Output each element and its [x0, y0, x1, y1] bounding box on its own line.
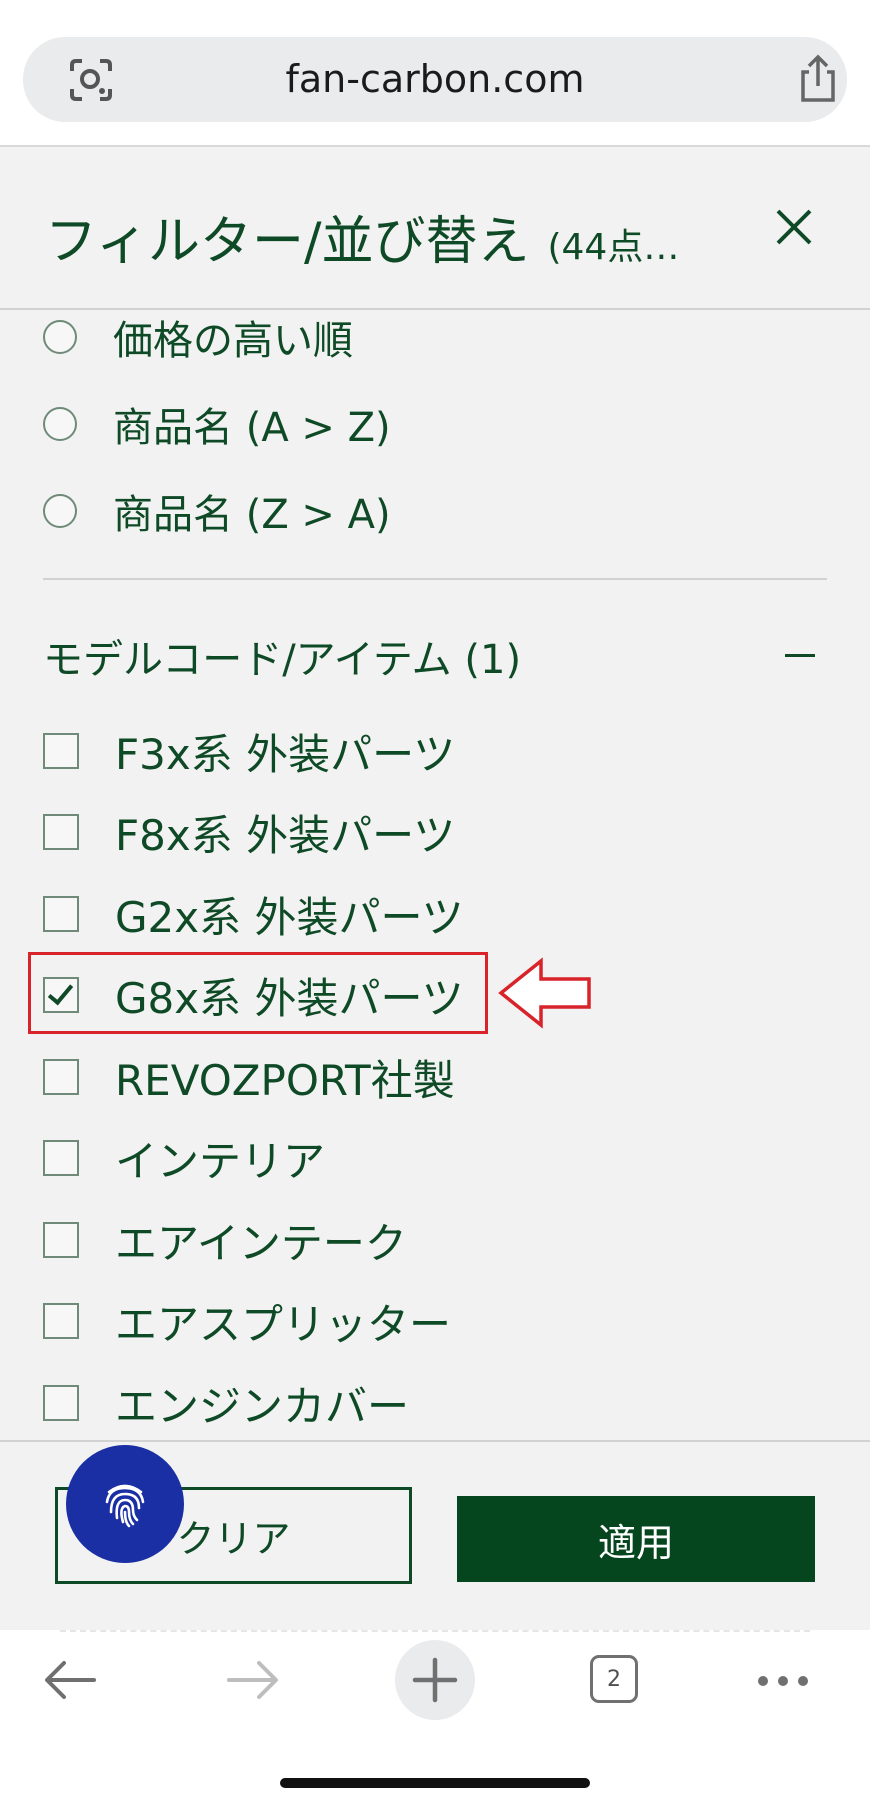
checkbox[interactable]: [43, 814, 79, 850]
radio-button[interactable]: [43, 494, 77, 528]
filter-option-label: F3x系 外装パーツ: [115, 729, 456, 779]
home-indicator: [280, 1778, 590, 1788]
apply-button[interactable]: 適用: [457, 1496, 815, 1582]
title-text: フィルター/並び替え: [45, 212, 530, 272]
annotation-arrow-icon: [498, 957, 591, 1029]
checkbox[interactable]: [43, 1385, 79, 1421]
browser-bottom-bar: 2: [0, 1630, 870, 1804]
filter-option-label: REVOZPORT社製: [115, 1055, 455, 1105]
annotation-highlight-box: [28, 952, 488, 1034]
checkbox[interactable]: [43, 733, 79, 769]
checkbox[interactable]: [43, 896, 79, 932]
close-icon[interactable]: [772, 205, 816, 249]
sort-option[interactable]: 商品名 (Z > A): [43, 481, 391, 541]
plus-icon: [412, 1657, 458, 1703]
apply-button-label: 適用: [597, 1520, 674, 1565]
radio-button[interactable]: [43, 320, 77, 354]
collapse-minus-icon[interactable]: [785, 654, 815, 657]
address-bar[interactable]: fan-carbon.com: [23, 37, 847, 122]
filter-option[interactable]: F8x系 外装パーツ: [43, 801, 455, 863]
sort-option-label: 商品名 (A > Z): [113, 405, 391, 451]
radio-button[interactable]: [43, 407, 77, 441]
filter-option[interactable]: エンジンカバー: [43, 1372, 409, 1434]
checkbox[interactable]: [43, 1059, 79, 1095]
url-text[interactable]: fan-carbon.com: [23, 37, 847, 122]
section-title-model-code[interactable]: モデルコード/アイテム (1): [43, 627, 521, 685]
more-options-icon[interactable]: [757, 1675, 809, 1687]
clear-button-label: クリア: [176, 1517, 291, 1561]
browser-top-bar: fan-carbon.com: [0, 0, 870, 147]
tab-count: 2: [607, 1666, 621, 1692]
back-arrow-icon[interactable]: [42, 1658, 98, 1702]
tab-switcher-button[interactable]: 2: [590, 1655, 638, 1703]
filter-option-label: インテリア: [115, 1136, 326, 1186]
filter-option-label: エンジンカバー: [115, 1381, 410, 1431]
filter-option-label: F8x系 外装パーツ: [115, 810, 456, 860]
fingerprint-icon: [105, 1484, 145, 1528]
filter-option-label: G2x系 外装パーツ: [115, 892, 464, 942]
checkbox[interactable]: [43, 1140, 79, 1176]
filter-option[interactable]: F3x系 外装パーツ: [43, 720, 455, 782]
filter-header: フィルター/並び替え (44点…: [0, 147, 870, 310]
share-icon[interactable]: [795, 54, 841, 104]
new-tab-button[interactable]: [395, 1640, 475, 1720]
section-divider: [43, 578, 827, 580]
filter-option[interactable]: エアスプリッター: [43, 1290, 451, 1352]
filter-option[interactable]: インテリア: [43, 1127, 325, 1189]
fingerprint-button[interactable]: [66, 1445, 184, 1563]
result-count: (44点…: [547, 227, 680, 268]
filter-option[interactable]: G2x系 外装パーツ: [43, 883, 464, 945]
sort-option-label: 価格の高い順: [113, 318, 353, 364]
checkbox[interactable]: [43, 1303, 79, 1339]
filter-option-label: エアインテーク: [115, 1218, 407, 1268]
page-title: フィルター/並び替え (44点…: [45, 199, 679, 274]
sort-option[interactable]: 価格の高い順: [43, 307, 353, 367]
filter-option[interactable]: REVOZPORT社製: [43, 1046, 455, 1108]
filter-option-label: エアスプリッター: [115, 1299, 452, 1349]
sort-option-label: 商品名 (Z > A): [113, 492, 391, 538]
filter-option[interactable]: エアインテーク: [43, 1209, 407, 1271]
forward-arrow-icon[interactable]: [225, 1658, 281, 1702]
checkbox[interactable]: [43, 1222, 79, 1258]
sort-option[interactable]: 商品名 (A > Z): [43, 394, 391, 454]
